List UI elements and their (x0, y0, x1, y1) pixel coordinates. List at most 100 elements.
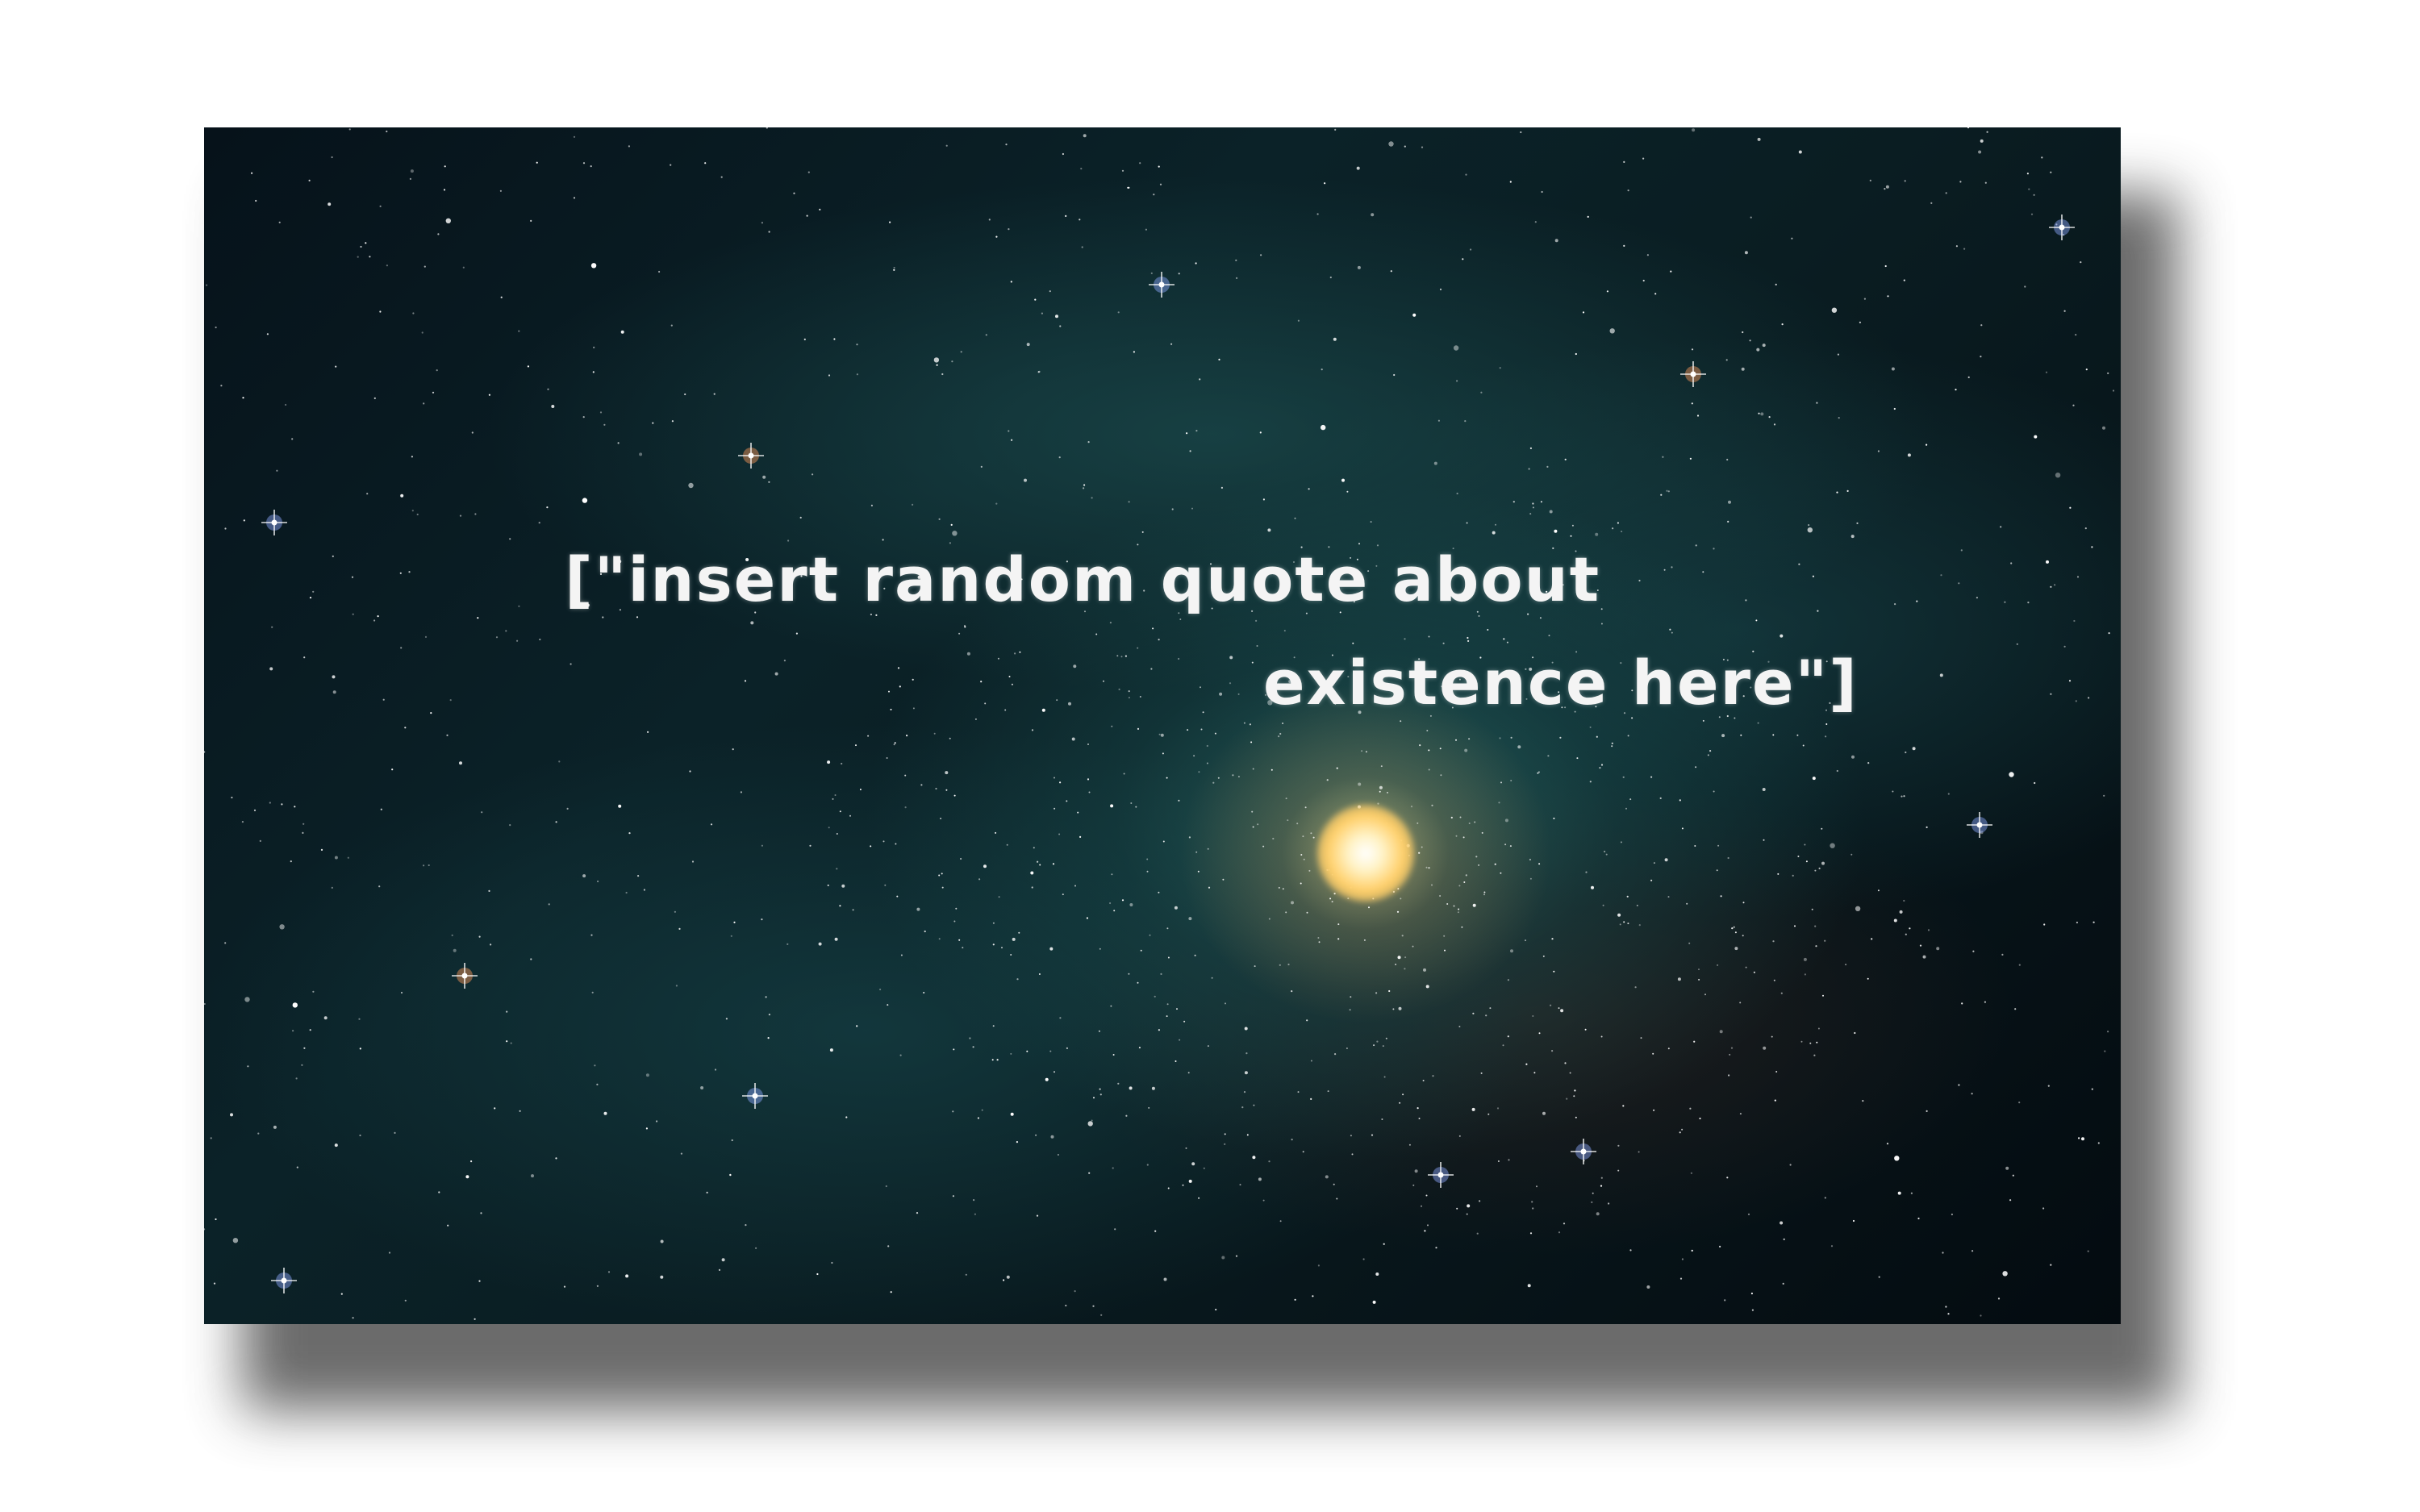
star (1152, 627, 1154, 630)
star (2107, 1031, 2109, 1033)
star (1137, 647, 1139, 649)
star (1717, 844, 1720, 847)
star (416, 513, 419, 516)
star (923, 992, 925, 993)
star (1041, 312, 1043, 314)
star (1166, 1015, 1168, 1018)
star (480, 1212, 482, 1214)
star (1278, 886, 1280, 889)
star (819, 208, 821, 210)
star (459, 761, 462, 765)
star (1024, 478, 1027, 482)
star (1967, 376, 1970, 378)
star (478, 935, 481, 938)
star (360, 245, 362, 248)
star (1109, 902, 1112, 905)
star (509, 538, 511, 540)
sparkle-star (1967, 812, 1992, 838)
star (1145, 228, 1147, 231)
star (1640, 1037, 1642, 1039)
star (1093, 1097, 1095, 1099)
star (988, 219, 991, 221)
star (1317, 937, 1320, 939)
star (1191, 507, 1193, 510)
star (1554, 529, 1558, 533)
star (1182, 1184, 1184, 1186)
star (1083, 134, 1087, 138)
star (1099, 1088, 1101, 1090)
star (836, 868, 838, 870)
star (1951, 1213, 1953, 1216)
star (220, 385, 223, 387)
star (829, 1048, 833, 1052)
star (558, 760, 561, 763)
sparkle-star (1428, 1162, 1454, 1188)
star (1702, 571, 1704, 573)
star (799, 516, 802, 519)
star (1775, 283, 1777, 285)
star (1747, 1213, 1750, 1215)
star (1538, 863, 1541, 865)
star (1426, 730, 1429, 731)
star (1392, 1008, 1395, 1010)
star (997, 657, 999, 660)
star (1057, 1154, 1059, 1156)
star (1317, 1264, 1320, 1267)
star (1756, 348, 1760, 352)
star (1418, 1118, 1421, 1119)
star (478, 1280, 481, 1282)
star (1773, 423, 1776, 426)
star (1980, 1314, 1982, 1317)
star (1425, 985, 1429, 989)
star (1421, 146, 1424, 148)
star (1329, 898, 1332, 900)
star (1237, 776, 1240, 778)
star (1472, 1012, 1475, 1014)
star (1830, 1245, 1834, 1248)
star (645, 1073, 649, 1077)
star (1224, 1133, 1226, 1135)
star (816, 1272, 819, 1276)
star (740, 791, 743, 793)
star (1390, 270, 1392, 273)
star (244, 997, 250, 1002)
star (1549, 510, 1553, 514)
star (1103, 680, 1104, 682)
star (1529, 858, 1531, 861)
star (1244, 1071, 1248, 1075)
star (1605, 853, 1608, 856)
star (334, 1143, 338, 1148)
star (1091, 1119, 1093, 1122)
star (1412, 313, 1417, 317)
star (591, 991, 594, 993)
star (1600, 608, 1603, 610)
star (266, 333, 269, 335)
star (2016, 643, 2018, 645)
star (710, 823, 713, 826)
star (1073, 664, 1077, 669)
star (1595, 532, 1599, 536)
star (1638, 1151, 1640, 1153)
star (1065, 215, 1067, 217)
star (213, 1282, 216, 1285)
star (1781, 323, 1784, 326)
star (952, 531, 958, 536)
star (1650, 776, 1653, 778)
star (628, 145, 631, 148)
star (1912, 747, 1916, 751)
star (1850, 535, 1855, 539)
star (1100, 1314, 1103, 1316)
star (224, 527, 227, 530)
star (1564, 1062, 1567, 1064)
star (1189, 450, 1191, 452)
star (1077, 811, 1079, 814)
star (582, 874, 586, 878)
star (870, 845, 872, 848)
star (312, 590, 315, 593)
star (1751, 1309, 1754, 1311)
star (1303, 858, 1305, 860)
star (352, 613, 354, 615)
star (1942, 1252, 1944, 1254)
star (1762, 788, 1766, 791)
star (1229, 682, 1232, 685)
